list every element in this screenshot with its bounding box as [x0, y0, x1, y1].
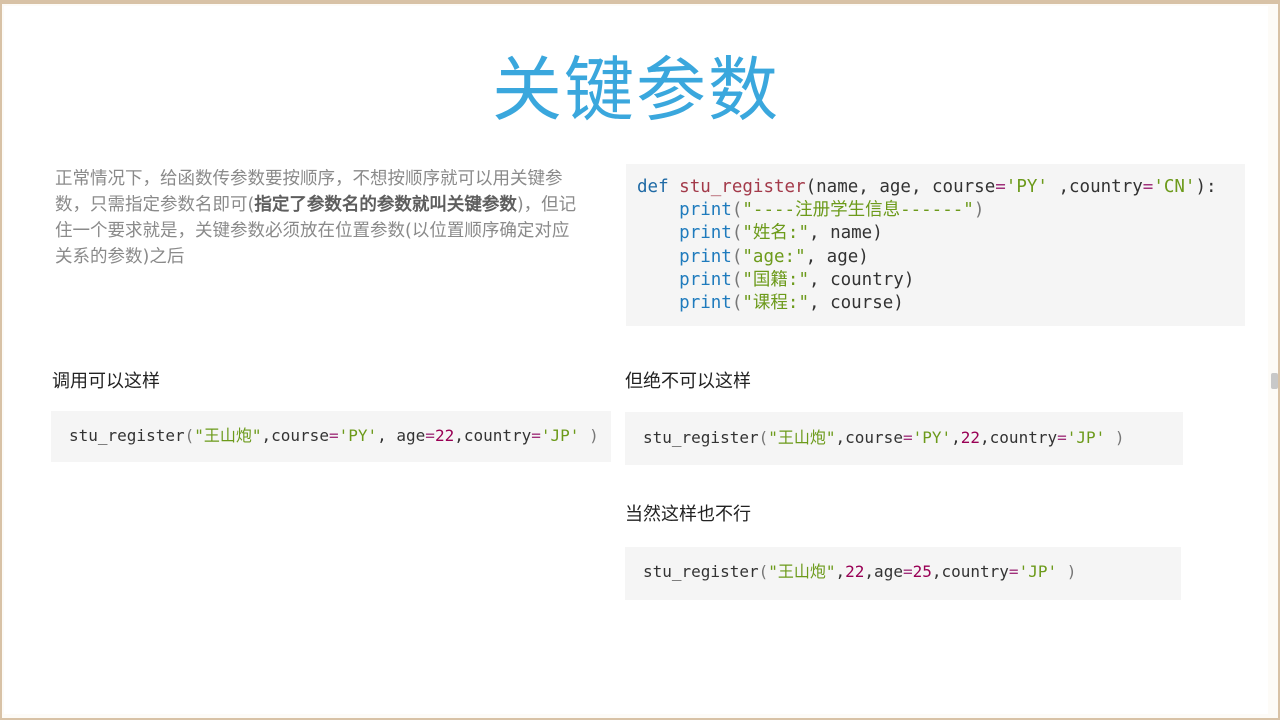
code-string: "国籍:" — [742, 269, 809, 290]
code-punct: ( — [731, 269, 743, 290]
code-string: 'JP' — [1018, 562, 1058, 581]
code-line: print("课程:", course) — [637, 293, 904, 313]
code-punct: , — [951, 428, 961, 447]
code-punct: ( — [758, 562, 769, 581]
code-punct: ) — [1057, 562, 1077, 581]
code-param: ,country — [454, 426, 532, 445]
code-param: ,age — [864, 562, 903, 581]
code-rest: , country) — [809, 269, 915, 290]
code-operator: = — [1008, 562, 1019, 581]
scrollbar-thumb[interactable] — [1271, 373, 1278, 389]
code-punct: ( — [184, 426, 195, 445]
code-operator: = — [328, 426, 339, 445]
code-string: "课程:" — [742, 293, 809, 314]
code-builtin: print — [679, 223, 732, 244]
code-number: 22 — [434, 426, 455, 445]
code-string: 'PY' — [1005, 177, 1048, 197]
code-operator: = — [1057, 428, 1067, 447]
code-string: "王山炮" — [768, 428, 836, 447]
slide-title: 关键参数 — [492, 49, 780, 131]
code-param: ,course — [261, 426, 329, 445]
code-param: ,country — [931, 562, 1009, 581]
code-builtin: print — [679, 200, 732, 221]
code-function-call: stu_register — [643, 428, 759, 447]
code-string: "王山炮" — [768, 562, 836, 581]
label-also-invalid-call: 当然这样也不行 — [625, 504, 751, 525]
code-punct: ): — [1195, 177, 1217, 197]
code-operator: = — [902, 562, 913, 581]
code-string: "王山炮" — [194, 426, 262, 445]
code-punct: ) — [579, 426, 599, 445]
code-operator: = — [1142, 177, 1154, 197]
code-punct: ( — [731, 293, 743, 314]
code-number: 22 — [845, 562, 865, 581]
code-line: print("age:", age) — [637, 247, 869, 267]
code-line: print("----注册学生信息------") — [637, 200, 984, 220]
code-line: print("国籍:", country) — [637, 270, 914, 290]
code-param: ,country — [980, 428, 1058, 447]
code-params: ,country — [1047, 177, 1143, 197]
code-punct: ( — [731, 246, 743, 267]
code-operator: = — [902, 428, 913, 447]
code-punct: ( — [731, 223, 743, 244]
code-builtin: print — [679, 269, 732, 290]
code-rest: , name) — [809, 223, 883, 244]
code-punct: ) — [973, 200, 985, 221]
code-params: (name, age, course — [805, 177, 996, 197]
code-number: 22 — [960, 428, 981, 447]
label-invalid-call: 但绝不可以这样 — [625, 371, 751, 392]
code-param: , age — [377, 426, 426, 445]
code-keyword: def — [637, 177, 669, 197]
code-rest: , course) — [809, 293, 904, 314]
label-valid-call: 调用可以这样 — [52, 371, 160, 392]
code-block-valid-call: stu_register("王山炮",course='PY', age=22,c… — [51, 411, 611, 462]
code-string: 'PY' — [912, 428, 952, 447]
code-block-definition: def stu_register(name, age, course='PY' … — [626, 164, 1245, 326]
code-string: "姓名:" — [742, 223, 809, 244]
code-rest: , age) — [805, 246, 869, 267]
code-punct: ) — [1105, 428, 1125, 447]
code-builtin: print — [679, 293, 732, 314]
code-line: print("姓名:", name) — [637, 223, 883, 243]
code-operator: = — [995, 177, 1006, 197]
code-string: "----注册学生信息------" — [742, 200, 974, 221]
code-builtin: print — [679, 246, 732, 267]
code-function-call: stu_register — [643, 562, 759, 581]
slide: 关键参数 正常情况下，给函数传参数要按顺序，不想按顺序就可以用关键参数，只需指定… — [4, 6, 1268, 714]
code-function-name: stu_register — [679, 177, 806, 197]
code-string: 'PY' — [338, 426, 378, 445]
code-operator: = — [531, 426, 541, 445]
code-punct: , — [835, 562, 846, 581]
code-number: 25 — [912, 562, 932, 581]
description-paragraph: 正常情况下，给函数传参数要按顺序，不想按顺序就可以用关键参数，只需指定参数名即可… — [55, 166, 585, 270]
code-string: 'JP' — [1066, 428, 1106, 447]
code-operator: = — [425, 426, 435, 445]
description-bold: 指定了参数名的参数就叫关键参数 — [254, 195, 517, 215]
code-block-also-invalid-call: stu_register("王山炮",22,age=25,country='JP… — [625, 547, 1181, 600]
code-string: 'JP' — [540, 426, 580, 445]
code-param: ,course — [835, 428, 903, 447]
code-punct: ( — [758, 428, 769, 447]
code-block-invalid-call: stu_register("王山炮",course='PY',22,countr… — [625, 412, 1183, 465]
code-string: 'CN' — [1153, 177, 1196, 197]
code-string: "age:" — [742, 246, 806, 267]
code-function-call: stu_register — [69, 426, 185, 445]
code-punct: ( — [731, 200, 743, 221]
